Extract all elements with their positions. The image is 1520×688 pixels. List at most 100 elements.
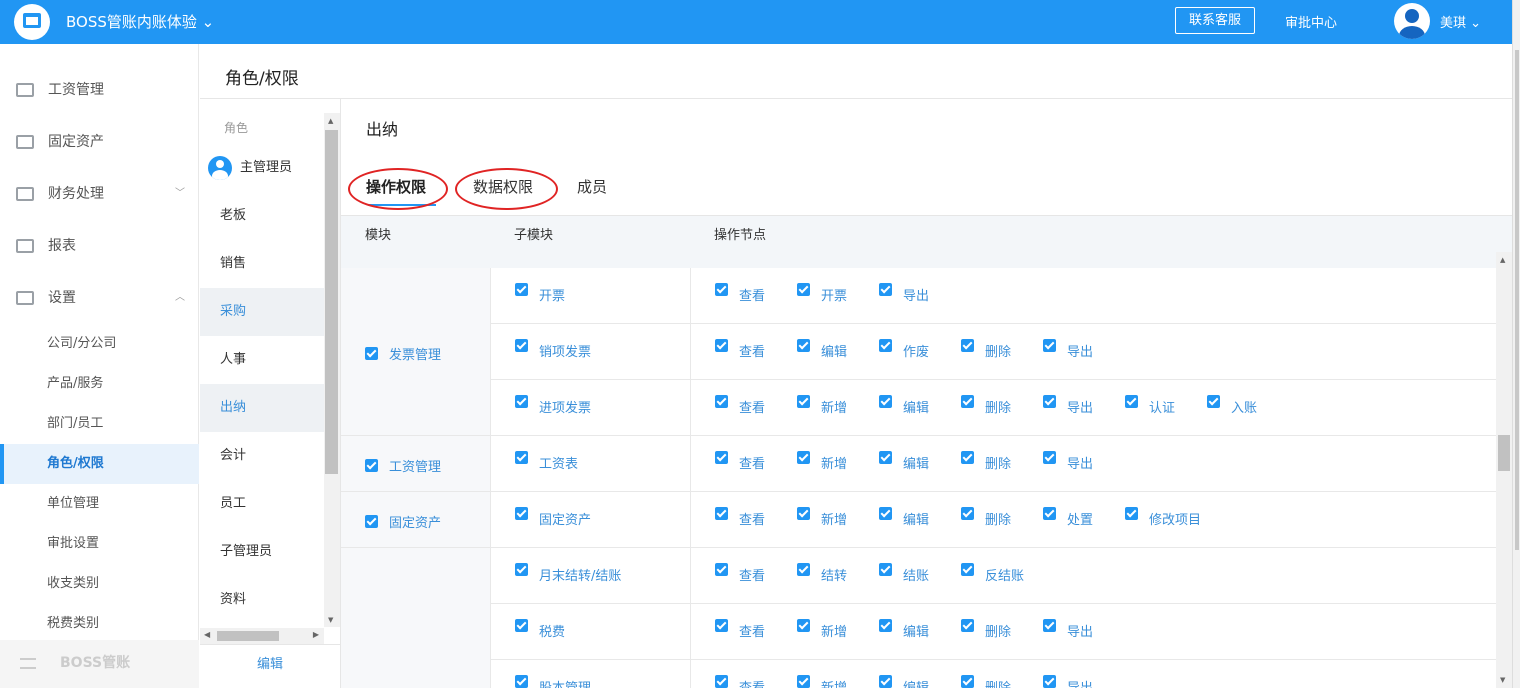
action-checkbox[interactable]: 查看 xyxy=(715,507,765,528)
role-item[interactable]: 出纳 xyxy=(200,384,324,432)
sidebar-sub-item[interactable]: 单位管理 xyxy=(0,484,199,524)
submodule-checkbox[interactable]: 股本管理 xyxy=(515,675,591,688)
sidebar-item-3[interactable]: 报表 xyxy=(0,226,199,266)
action-checkbox[interactable]: 开票 xyxy=(797,283,847,304)
role-item[interactable]: 主管理员 xyxy=(200,144,324,192)
action-checkbox[interactable]: 反结账 xyxy=(961,563,1024,584)
action-checkbox[interactable]: 新增 xyxy=(797,619,848,640)
module-checkbox[interactable]: 工资管理 xyxy=(365,456,441,475)
action-checkbox[interactable]: 导出 xyxy=(1043,339,1094,360)
scrollbar-thumb[interactable] xyxy=(217,631,279,641)
module-cell: 固定资产 xyxy=(341,492,491,548)
sidebar-sub-item[interactable]: 收支类别 xyxy=(0,564,199,604)
submodule-checkbox[interactable]: 月末结转/结账 xyxy=(515,563,621,584)
submodule-checkbox[interactable]: 销项发票 xyxy=(515,339,591,360)
action-checkbox[interactable]: 查看 xyxy=(715,563,765,584)
action-checkbox[interactable]: 导出 xyxy=(1043,451,1093,472)
submodule-checkbox[interactable]: 进项发票 xyxy=(515,395,591,416)
role-list-scrollbar[interactable]: ▲ ▼ xyxy=(324,113,340,627)
page-scrollbar-thumb[interactable] xyxy=(1515,50,1519,550)
action-checkbox[interactable]: 查看 xyxy=(715,395,765,416)
sidebar-sub-item[interactable]: 角色/权限 xyxy=(0,444,199,484)
table-scrollbar[interactable]: ▲ ▼ xyxy=(1496,252,1512,688)
action-checkbox[interactable]: 编辑 xyxy=(879,507,929,528)
action-checkbox[interactable]: 导出 xyxy=(1043,619,1093,640)
role-item[interactable]: 子管理员 xyxy=(200,528,324,576)
scroll-up-icon[interactable]: ▲ xyxy=(328,117,333,125)
action-checkbox[interactable]: 删除 xyxy=(961,507,1011,528)
action-checkbox[interactable]: 删除 xyxy=(961,619,1011,640)
scroll-left-icon[interactable]: ◀ xyxy=(204,630,210,639)
edit-roles-button[interactable]: 编辑 xyxy=(200,644,340,688)
action-checkbox[interactable]: 结账 xyxy=(879,563,929,584)
submodule-checkbox[interactable]: 税费 xyxy=(515,619,565,640)
app-switcher[interactable]: BOSS管账内账体验 ⌄ xyxy=(66,11,214,32)
action-checkbox[interactable]: 导出 xyxy=(879,283,929,304)
sidebar-sub-item[interactable]: 审批设置 xyxy=(0,524,199,564)
action-checkbox[interactable]: 新增 xyxy=(797,395,847,416)
action-checkbox[interactable]: 处置 xyxy=(1043,507,1093,528)
action-checkbox[interactable]: 入账 xyxy=(1207,395,1257,416)
role-item[interactable]: 销售 xyxy=(200,240,324,288)
action-checkbox[interactable]: 新增 xyxy=(797,451,847,472)
action-checkbox[interactable]: 新增 xyxy=(797,675,847,688)
page-scrollbar[interactable] xyxy=(1512,0,1520,688)
action-checkbox[interactable]: 编辑 xyxy=(879,675,929,688)
approval-center-link[interactable]: 审批中心 xyxy=(1285,12,1337,31)
customer-service-button[interactable]: 联系客服 xyxy=(1175,7,1255,34)
action-checkbox[interactable]: 编辑 xyxy=(797,339,847,360)
submodule-checkbox[interactable]: 工资表 xyxy=(515,451,578,472)
scroll-right-icon[interactable]: ▶ xyxy=(313,630,319,639)
scroll-up-icon[interactable]: ▲ xyxy=(1500,256,1505,264)
scrollbar-thumb[interactable] xyxy=(325,130,338,474)
sidebar-item-1[interactable]: 固定资产 xyxy=(0,122,199,162)
role-item[interactable]: 人事 xyxy=(200,336,324,384)
sidebar-item-2[interactable]: 财务处理 ﹀ xyxy=(0,174,199,214)
scroll-down-icon[interactable]: ▼ xyxy=(328,616,333,624)
tab-2[interactable]: 成员 xyxy=(577,176,607,197)
scrollbar-thumb[interactable] xyxy=(1498,435,1510,471)
action-checkbox[interactable]: 编辑 xyxy=(879,451,929,472)
action-checkbox[interactable]: 删除 xyxy=(961,339,1011,360)
action-checkbox[interactable]: 查看 xyxy=(715,451,765,472)
action-checkbox[interactable]: 编辑 xyxy=(879,395,929,416)
module-checkbox[interactable]: 固定资产 xyxy=(365,512,441,531)
sidebar-footer[interactable]: BOSS管账 xyxy=(0,640,199,688)
avatar[interactable] xyxy=(1394,3,1430,39)
role-item[interactable]: 资料 xyxy=(200,576,324,624)
role-item[interactable]: 采购 xyxy=(200,288,324,336)
module-checkbox[interactable]: 发票管理 xyxy=(365,344,441,363)
sidebar-sub-item[interactable]: 产品/服务 xyxy=(0,364,199,404)
action-checkbox[interactable]: 结转 xyxy=(797,563,847,584)
action-checkbox[interactable]: 删除 xyxy=(961,395,1011,416)
action-label: 新增 xyxy=(821,625,848,640)
action-checkbox[interactable]: 删除 xyxy=(961,451,1011,472)
action-label: 导出 xyxy=(1067,345,1094,360)
action-checkbox[interactable]: 查看 xyxy=(715,283,765,304)
action-checkbox[interactable]: 查看 xyxy=(715,619,765,640)
user-menu[interactable]: 美琪 ⌄ xyxy=(1440,12,1481,31)
role-list-hscrollbar[interactable]: ◀ ▶ xyxy=(200,628,324,644)
action-checkbox[interactable]: 修改项目 xyxy=(1125,507,1201,528)
action-checkbox[interactable]: 认证 xyxy=(1125,395,1175,416)
sidebar-sub-item[interactable]: 部门/员工 xyxy=(0,404,199,444)
action-checkbox[interactable]: 编辑 xyxy=(879,619,929,640)
action-checkbox[interactable]: 作废 xyxy=(879,339,929,360)
submodule-checkbox[interactable]: 开票 xyxy=(515,283,565,304)
role-item[interactable]: 老板 xyxy=(200,192,324,240)
action-checkbox[interactable]: 查看 xyxy=(715,675,765,688)
sidebar-sub-item[interactable]: 税费类别 xyxy=(0,604,199,644)
app-logo-icon[interactable] xyxy=(14,4,50,40)
action-checkbox[interactable]: 查看 xyxy=(715,339,765,360)
action-checkbox[interactable]: 删除 xyxy=(961,675,1011,688)
action-checkbox[interactable]: 导出 xyxy=(1043,675,1093,688)
sidebar-item-4[interactable]: 设置 ︿ xyxy=(0,278,199,318)
submodule-checkbox[interactable]: 固定资产 xyxy=(515,507,591,528)
role-item[interactable]: 会计 xyxy=(200,432,324,480)
scroll-down-icon[interactable]: ▼ xyxy=(1500,676,1505,684)
sidebar-item-0[interactable]: 工资管理 xyxy=(0,70,199,110)
action-checkbox[interactable]: 新增 xyxy=(797,507,847,528)
role-item[interactable]: 员工 xyxy=(200,480,324,528)
sidebar-sub-item[interactable]: 公司/分公司 xyxy=(0,324,199,364)
action-checkbox[interactable]: 导出 xyxy=(1043,395,1093,416)
